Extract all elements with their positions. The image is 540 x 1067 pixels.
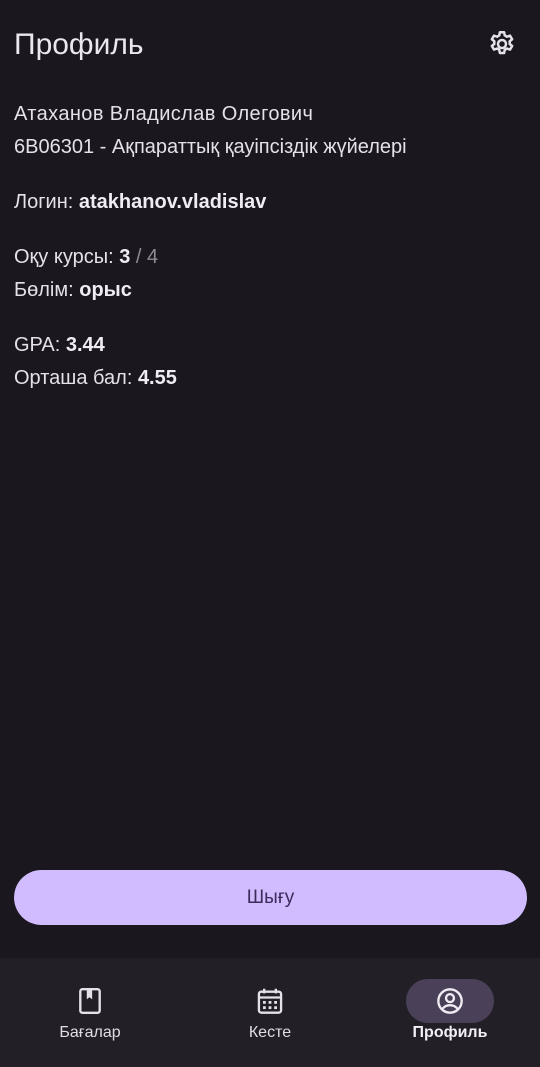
nav-item-profile-label: Профиль [412,1024,488,1041]
department-value: орыс [79,279,132,301]
profile-info: Атаханов Владислав Олегович 6B06301 - Ақ… [14,98,526,417]
nav-item-grades-indicator [46,979,134,1023]
average-score-label: Орташа бал: [14,367,133,389]
nav-item-schedule-indicator [226,979,314,1023]
course-value: 3 [119,246,131,268]
course-label: Оқу курсы: [14,246,114,268]
department-label: Бөлім: [14,279,74,301]
average-score-value: 4.55 [137,367,177,389]
nav-item-profile-indicator [406,979,494,1023]
nav-item-schedule-label: Кесте [248,1024,292,1041]
department-row: Бөлім: орыс [14,274,526,307]
course-row: Оқу курсы: 3 / 4 [14,241,526,274]
login-value: atakhanov.vladislav [78,191,267,213]
nav-item-grades-label: Бағалар [59,1024,121,1041]
app-bar: Профиль [0,0,540,92]
bottom-navigation: Бағалар Кесте Профиль [0,958,540,1067]
study-program: 6B06301 - Ақпараттық қауіпсіздік жүйелер… [14,136,407,158]
average-score-row: Орташа бал: 4.55 [14,362,526,395]
course-total: / 4 [135,246,159,268]
logout-button[interactable]: Шығу [14,870,527,925]
bookmark-book-icon [79,987,101,1015]
gpa-value: 3.44 [65,334,105,356]
student-name: Атаханов Владислав Олегович [14,103,314,125]
gpa-row: GPA: 3.44 [14,329,526,362]
calendar-icon [257,988,283,1014]
account-circle-icon [437,988,463,1014]
nav-item-grades[interactable]: Бағалар [0,958,180,1067]
profile-screen: Профиль Атаханов Владислав Олегович 6B06… [0,0,540,1067]
nav-item-schedule[interactable]: Кесте [180,958,360,1067]
login-label: Логин: [14,191,74,213]
settings-button[interactable] [484,26,520,62]
page-title: Профиль [14,28,144,61]
login-row: Логин: atakhanov.vladislav [14,186,526,219]
gpa-label: GPA: [14,334,61,356]
gear-icon [490,31,514,55]
nav-item-profile[interactable]: Профиль [360,958,540,1067]
